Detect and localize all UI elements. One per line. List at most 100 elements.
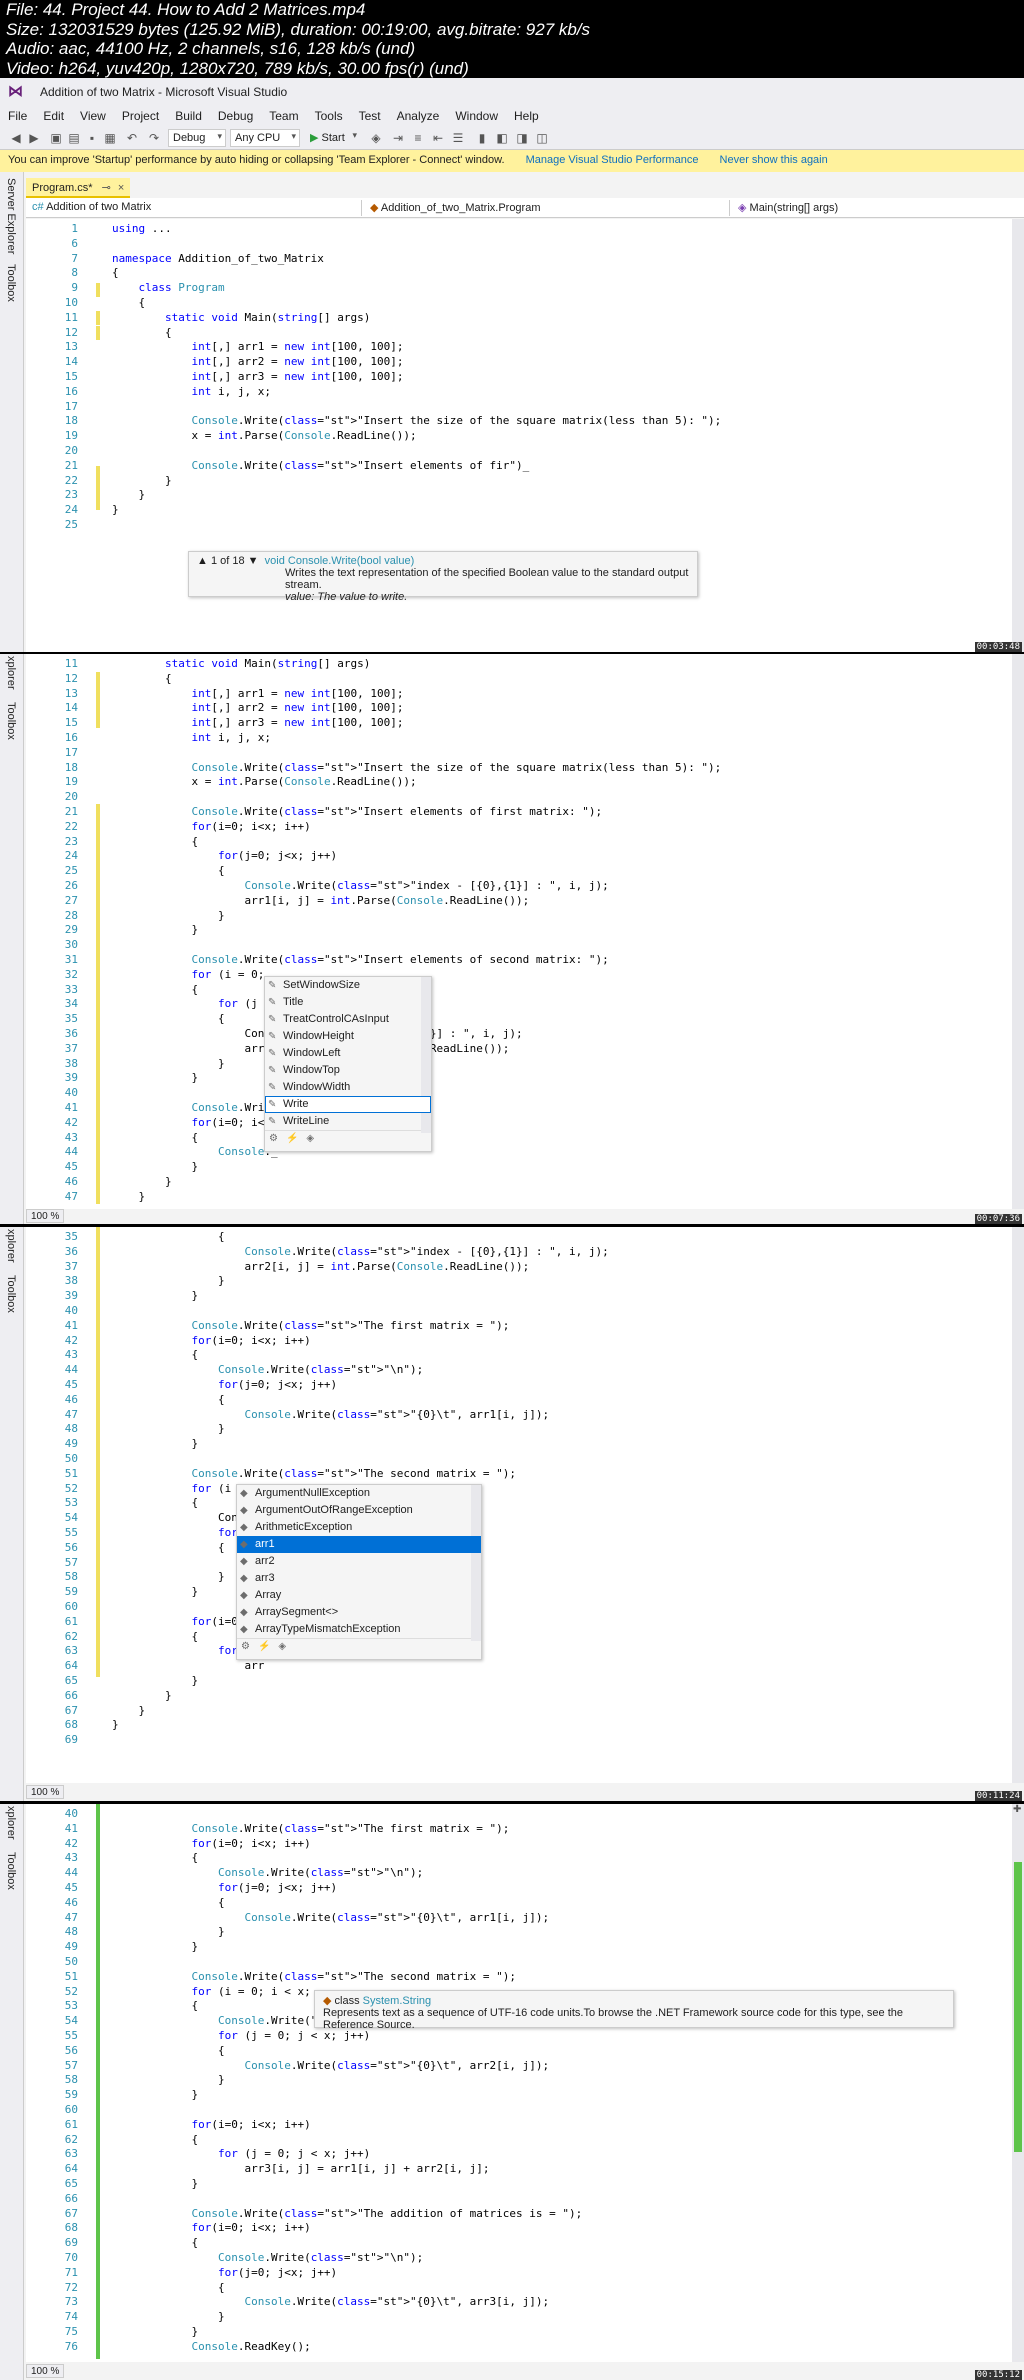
- menu-file[interactable]: File: [0, 106, 35, 123]
- bookmark-next-icon[interactable]: ◨: [514, 130, 530, 146]
- indent-icon[interactable]: ⇤: [430, 130, 446, 146]
- browser-icon[interactable]: ◈: [368, 130, 384, 146]
- open-file-icon[interactable]: ▤: [66, 130, 82, 146]
- menu-team[interactable]: Team: [261, 106, 306, 123]
- size-line: Size: 132031529 bytes (125.92 MiB), dura…: [6, 19, 591, 39]
- explorer-tab[interactable]: xplorer: [5, 1229, 17, 1263]
- zoom-level[interactable]: 100 %: [26, 2364, 65, 2378]
- code-line: {: [112, 864, 225, 878]
- explorer-tab[interactable]: xplorer: [5, 1806, 17, 1840]
- server-explorer-tab[interactable]: Server Explorer: [5, 178, 17, 254]
- menu-analyze[interactable]: Analyze: [389, 106, 448, 123]
- code-editor[interactable]: 1 6 7 8 9 10 11 12 13 14 15 16 17 18 19 20 21 22 23 24 25 us…: [26, 219, 1012, 652]
- zoom-level[interactable]: 100 %: [26, 1209, 65, 1223]
- filter-icons[interactable]: ⚙⚡◈: [265, 1130, 431, 1148]
- toolbox-tab[interactable]: Toolbox: [5, 1852, 17, 1890]
- code-line: Console.Write(class="st">"Insert the siz…: [191, 414, 722, 428]
- menu-test[interactable]: Test: [351, 106, 389, 123]
- completion-item[interactable]: ✎ WriteLine: [265, 1113, 431, 1130]
- visual-studio-logo-icon: ⋈: [8, 83, 23, 100]
- overload-counter[interactable]: ▲ 1 of 18 ▼: [197, 555, 259, 567]
- menu-debug[interactable]: Debug: [210, 106, 261, 123]
- never-show-link[interactable]: Never show this again: [720, 154, 828, 166]
- completion-item[interactable]: ✎ WindowHeight: [265, 1028, 431, 1045]
- line-number: 20: [64, 444, 78, 457]
- member-dropdown[interactable]: ◈ Main(string[] args): [732, 200, 1024, 216]
- comment-icon[interactable]: ☰: [450, 130, 466, 146]
- vertical-scrollbar[interactable]: [1012, 654, 1024, 1209]
- completion-item[interactable]: ◆ ArgumentOutOfRangeException: [237, 1502, 481, 1519]
- manage-performance-link[interactable]: Manage Visual Studio Performance: [526, 154, 699, 166]
- completion-item[interactable]: ✎ WindowLeft: [265, 1045, 431, 1062]
- csharp-project-icon: c#: [32, 201, 44, 213]
- project-dropdown[interactable]: c# Addition of two Matrix: [26, 200, 362, 216]
- completion-item[interactable]: ◆ Array: [237, 1587, 481, 1604]
- start-button[interactable]: ▶ Start ▾: [306, 129, 360, 147]
- completion-item[interactable]: ◆ arr1: [237, 1536, 481, 1553]
- member-icon: ◆: [240, 1522, 248, 1533]
- completion-item[interactable]: ✎ SetWindowSize: [265, 977, 431, 994]
- line-number: 63: [64, 1644, 78, 1658]
- completion-label: ArgumentOutOfRangeException: [255, 1504, 413, 1516]
- completion-item[interactable]: ◆ arr2: [237, 1553, 481, 1570]
- menu-window[interactable]: Window: [447, 106, 506, 123]
- toolbox-tab[interactable]: Toolbox: [5, 264, 17, 302]
- menu-tools[interactable]: Tools: [307, 106, 351, 123]
- explorer-tab[interactable]: xplorer: [5, 656, 17, 690]
- completion-item[interactable]: ✎ WindowTop: [265, 1062, 431, 1079]
- menu-build[interactable]: Build: [167, 106, 210, 123]
- code-line: Console.Write(class="st">"The second mat…: [191, 1466, 517, 1480]
- vertical-scrollbar[interactable]: [1012, 1804, 1024, 2362]
- undo-icon[interactable]: ↶: [124, 130, 140, 146]
- code-line: }: [112, 503, 119, 517]
- completion-item[interactable]: ✎ TreatControlCAsInput: [265, 1011, 431, 1028]
- vertical-scrollbar[interactable]: [1012, 219, 1024, 652]
- split-icon[interactable]: ✚: [1013, 1805, 1023, 1815]
- menu-edit[interactable]: Edit: [35, 106, 72, 123]
- vertical-scrollbar[interactable]: [1012, 1227, 1024, 1783]
- completion-item[interactable]: ✎ Title: [265, 994, 431, 1011]
- pin-icon[interactable]: ⊸: [102, 182, 111, 194]
- code-line: for(i=0; i<x: [191, 1115, 271, 1129]
- completion-label: ArrayTypeMismatchException: [255, 1623, 401, 1635]
- completion-item[interactable]: ✎ Write: [265, 1096, 431, 1113]
- code-editor[interactable]: 35 36 37 38 39 40 41 42 43 44 45 46 47 48 49 50 51 52 53 54…: [26, 1227, 1012, 1783]
- redo-icon[interactable]: ↷: [146, 130, 162, 146]
- type-dropdown[interactable]: ◆ Addition_of_two_Matrix.Program: [364, 200, 730, 216]
- bookmark-prev-icon[interactable]: ◧: [494, 130, 510, 146]
- line-number: 67: [64, 1703, 78, 1717]
- config-select[interactable]: Debug ▾: [168, 129, 226, 147]
- bookmark-clear-icon[interactable]: ◫: [534, 130, 550, 146]
- line-number: 75: [64, 2325, 78, 2338]
- save-all-icon[interactable]: ▦: [102, 130, 118, 146]
- intellisense-list[interactable]: ✎ SetWindowSize ✎ Title ✎ TreatControlCAsInpu…: [264, 976, 432, 1152]
- menu-project[interactable]: Project: [114, 106, 167, 123]
- platform-select[interactable]: Any CPU ▾: [230, 129, 300, 147]
- bookmark-icon[interactable]: ▮: [474, 130, 490, 146]
- line-number: 69: [64, 2236, 78, 2250]
- completion-item[interactable]: ✎ WindowWidth: [265, 1079, 431, 1096]
- back-icon[interactable]: ◀: [8, 130, 24, 146]
- completion-item[interactable]: ◆ ArithmeticException: [237, 1519, 481, 1536]
- code-editor[interactable]: 40 41 42 43 44 45 46 47 48 49 50 51 52 53 54 55 56 57 58 59…: [26, 1804, 1012, 2362]
- completion-item[interactable]: ◆ ArraySegment<>: [237, 1604, 481, 1621]
- format-icon[interactable]: ≡: [410, 130, 426, 146]
- new-project-icon[interactable]: ▣: [48, 130, 64, 146]
- zoom-level[interactable]: 100 %: [26, 1785, 65, 1799]
- step-icon[interactable]: ⇥: [390, 130, 406, 146]
- save-icon[interactable]: ▪: [84, 130, 100, 146]
- filter-icons[interactable]: ⚙⚡◈: [237, 1638, 481, 1656]
- forward-icon[interactable]: ▶: [26, 130, 42, 146]
- code-editor[interactable]: 11 12 13 14 15 16 17 18 19 20 21 22 23 24 25 26 27 28 29 30…: [26, 654, 1012, 1209]
- intellisense-list[interactable]: ◆ ArgumentNullException ◆ ArgumentOutOfRang…: [236, 1484, 482, 1660]
- menu-view[interactable]: View: [72, 106, 114, 123]
- line-number: 58: [64, 2073, 78, 2087]
- completion-item[interactable]: ◆ ArgumentNullException: [237, 1485, 481, 1502]
- menu-help[interactable]: Help: [506, 106, 547, 123]
- toolbox-tab[interactable]: Toolbox: [5, 1275, 17, 1313]
- completion-item[interactable]: ◆ ArrayTypeMismatchException: [237, 1621, 481, 1638]
- completion-item[interactable]: ◆ arr3: [237, 1570, 481, 1587]
- document-tab[interactable]: Program.cs* ⊸ ×: [26, 178, 131, 198]
- toolbox-tab[interactable]: Toolbox: [5, 702, 17, 740]
- close-icon[interactable]: ×: [118, 182, 124, 194]
